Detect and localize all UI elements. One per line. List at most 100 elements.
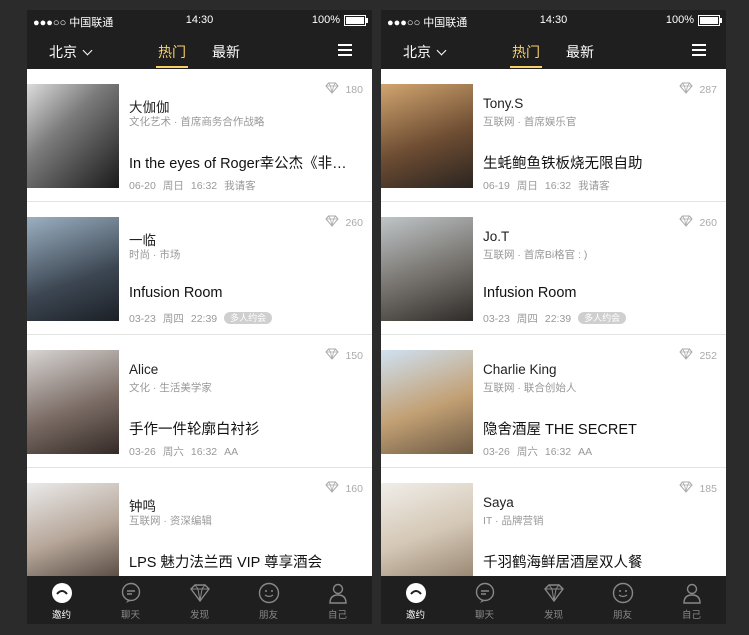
event-weekday: 周六 xyxy=(516,446,538,458)
feed-tabs: 热门 最新 xyxy=(156,42,240,68)
tab-hot[interactable]: 热门 xyxy=(510,42,542,68)
avatar-photo[interactable] xyxy=(381,350,473,454)
event-payment: 我请客 xyxy=(578,180,610,192)
diamond-icon xyxy=(325,82,340,97)
feed-tabs: 热门 最新 xyxy=(510,42,594,68)
host-name: 钟鸣 xyxy=(129,499,156,514)
friends-icon xyxy=(612,582,634,604)
event-card[interactable]: Tony.S 互联网 · 首席娱乐官 生蚝鲍鱼铁板烧无限自助 06-19 周日 16:32… xyxy=(381,69,726,202)
event-card[interactable]: Jo.T 互联网 · 首席Bi格官 : ) Infusion Room 03-23 周四… xyxy=(381,202,726,335)
event-title: Infusion Room xyxy=(483,285,577,301)
diamond-icon xyxy=(325,215,340,230)
popularity: 252 xyxy=(679,348,717,363)
popularity-count: 252 xyxy=(699,349,717,362)
host-role: 互联网 · 资深编辑 xyxy=(129,515,212,527)
tab-bar-item[interactable]: 朋友 xyxy=(234,576,303,624)
battery-indicator: 100% xyxy=(666,14,722,26)
avatar-photo[interactable] xyxy=(27,483,119,576)
popularity-count: 150 xyxy=(345,349,363,362)
invite-icon xyxy=(405,582,427,604)
city-selector[interactable]: 北京 xyxy=(49,42,93,62)
avatar-photo[interactable] xyxy=(27,84,119,188)
event-weekday: 周日 xyxy=(162,180,184,192)
diamond-icon xyxy=(679,82,694,97)
profile-icon xyxy=(681,582,703,604)
event-time: 16:32 xyxy=(190,180,218,192)
tab-hot[interactable]: 热门 xyxy=(156,42,188,68)
event-payment: AA xyxy=(224,446,239,458)
chat-icon xyxy=(120,582,142,604)
event-payment: AA xyxy=(578,446,593,458)
event-card[interactable]: Charlie King 互联网 · 联合创始人 隐舍酒屋 THE SECRET 03… xyxy=(381,335,726,468)
host-name: Charlie King xyxy=(483,362,557,377)
city-label: 北京 xyxy=(403,44,431,60)
tab-new[interactable]: 最新 xyxy=(566,42,594,62)
event-card[interactable]: 大伽伽 文化艺术 · 首席商务合作战略 In the eyes of Roger幸公… xyxy=(27,69,372,202)
avatar-photo[interactable] xyxy=(381,483,473,576)
avatar-photo[interactable] xyxy=(381,217,473,321)
friends-icon xyxy=(258,582,280,604)
discover-icon xyxy=(189,582,211,604)
tab-bar-item[interactable]: 聊天 xyxy=(450,576,519,624)
host-role: 互联网 · 联合创始人 xyxy=(483,382,577,394)
event-card[interactable]: 钟鸣 互联网 · 资深编辑 LPS 魅力法兰西 VIP 尊享酒会 160 xyxy=(27,468,372,576)
bottom-tab-bar: 邀约 聊天 发现 朋友 自己 xyxy=(381,576,726,624)
event-weekday: 周四 xyxy=(162,313,184,325)
popularity-count: 160 xyxy=(345,482,363,495)
tab-bar-item[interactable]: 朋友 xyxy=(588,576,657,624)
popularity: 287 xyxy=(679,82,717,97)
tab-bar-item[interactable]: 聊天 xyxy=(96,576,165,624)
popularity: 260 xyxy=(679,215,717,230)
event-card[interactable]: Alice 文化 · 生活美学家 手作一件轮廓白衬衫 03-26 周六 16:32 AA 15… xyxy=(27,335,372,468)
tab-bar-label: 聊天 xyxy=(474,610,494,621)
popularity-count: 260 xyxy=(345,216,363,229)
popularity: 160 xyxy=(325,481,363,496)
avatar-photo[interactable] xyxy=(27,217,119,321)
tab-bar-label: 自己 xyxy=(681,610,701,621)
tab-new[interactable]: 最新 xyxy=(212,42,240,62)
popularity-count: 287 xyxy=(699,83,717,96)
host-role: 文化艺术 · 首席商务合作战略 xyxy=(129,116,265,128)
status-bar: ●●●○○ 中国联通 14:30 100% xyxy=(27,10,372,32)
bottom-tab-bar: 邀约 聊天 发现 朋友 自己 xyxy=(27,576,372,624)
avatar-photo[interactable] xyxy=(381,84,473,188)
chevron-down-icon xyxy=(436,45,447,55)
city-selector[interactable]: 北京 xyxy=(403,42,447,62)
battery-percent: 100% xyxy=(311,14,340,26)
menu-icon[interactable] xyxy=(692,44,706,59)
event-title: LPS 魅力法兰西 VIP 尊享酒会 xyxy=(129,555,323,571)
tab-bar-item[interactable]: 邀约 xyxy=(381,576,450,624)
popularity-count: 180 xyxy=(345,83,363,96)
chevron-down-icon xyxy=(82,45,93,55)
tab-bar-item[interactable]: 发现 xyxy=(165,576,234,624)
event-meta: 06-19 周日 16:32 我请客 xyxy=(483,178,617,193)
event-time: 22:39 xyxy=(190,313,218,325)
discover-icon xyxy=(543,582,565,604)
host-role: 时尚 · 市场 xyxy=(129,249,181,261)
event-payment: 我请客 xyxy=(224,180,256,192)
menu-icon[interactable] xyxy=(338,44,352,59)
profile-icon xyxy=(327,582,349,604)
popularity: 185 xyxy=(679,481,717,496)
event-tag: 多人约会 xyxy=(578,312,627,324)
tab-bar-label: 聊天 xyxy=(120,610,140,621)
event-title: 手作一件轮廓白衬衫 xyxy=(129,422,260,438)
host-name: Saya xyxy=(483,495,514,510)
event-list: Tony.S 互联网 · 首席娱乐官 生蚝鲍鱼铁板烧无限自助 06-19 周日 16:32… xyxy=(381,69,726,576)
tab-bar-item[interactable]: 自己 xyxy=(303,576,372,624)
tab-bar-item[interactable]: 邀约 xyxy=(27,576,96,624)
event-meta: 06-20 周日 16:32 我请客 xyxy=(129,178,263,193)
event-card[interactable]: 一临 时尚 · 市场 Infusion Room 03-23 周四 22:39 多人约会 26… xyxy=(27,202,372,335)
event-weekday: 周日 xyxy=(516,180,538,192)
phone-screen-right: ●●●○○ 中国联通 14:30 100% 北京 热门 最新 Tony.S 互联网… xyxy=(381,10,726,624)
event-card[interactable]: Saya IT · 品牌营销 千羽鹤海鲜居酒屋双人餐 185 xyxy=(381,468,726,576)
host-role: 互联网 · 首席娱乐官 xyxy=(483,116,577,128)
event-title: 生蚝鲍鱼铁板烧无限自助 xyxy=(483,156,643,172)
diamond-icon xyxy=(679,348,694,363)
event-date: 06-20 xyxy=(129,180,156,192)
avatar-photo[interactable] xyxy=(27,350,119,454)
event-time: 16:32 xyxy=(544,180,572,192)
event-title: 隐舍酒屋 THE SECRET xyxy=(483,422,637,438)
tab-bar-item[interactable]: 发现 xyxy=(519,576,588,624)
tab-bar-item[interactable]: 自己 xyxy=(657,576,726,624)
